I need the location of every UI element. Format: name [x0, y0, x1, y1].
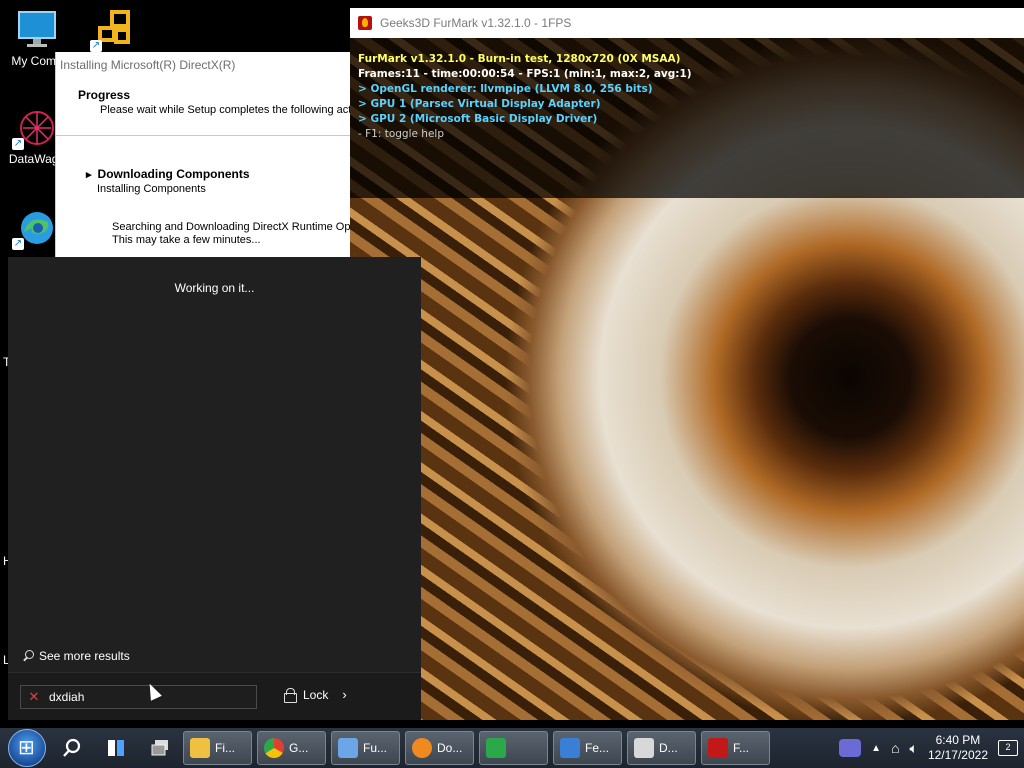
status-line: Searching and Downloading DirectX Runtim…: [112, 221, 363, 233]
step-title: Downloading Components: [86, 167, 355, 181]
taskbar-button-label: F...: [733, 741, 750, 755]
datawagon-icon: ↗: [12, 108, 58, 150]
osd-line: > GPU 2 (Microsoft Basic Display Driver): [358, 113, 598, 125]
green-box-icon: [486, 738, 506, 758]
desktop-icon-app[interactable]: ↗: [82, 10, 148, 54]
taskbar-button-chrome[interactable]: G...: [257, 731, 326, 765]
chevron-right-icon[interactable]: ›: [342, 687, 346, 702]
taskbar: Fi... G... Fu... Do... Fe... D... F... ▲…: [0, 728, 1024, 768]
task-view-button[interactable]: [142, 731, 178, 765]
meet-icon[interactable]: [839, 739, 862, 757]
taskbar-button-label: Fe...: [585, 741, 610, 755]
shortcut-arrow-icon: ↗: [12, 138, 24, 150]
osd-line: > OpenGL renderer: llvmpipe (LLVM 8.0, 2…: [358, 83, 653, 95]
shortcut-arrow-icon: ↗: [12, 238, 24, 250]
notification-count: 2: [1005, 742, 1011, 752]
dxdiag-icon: [634, 738, 654, 758]
chrome-icon: [264, 738, 284, 758]
progress-title: Progress: [78, 88, 131, 102]
progress-subtitle: Please wait while Setup completes the fo…: [100, 104, 360, 116]
search-icon: [63, 738, 81, 757]
taskbar-button-app[interactable]: [479, 731, 548, 765]
taskbar-button-downloads[interactable]: Do...: [405, 731, 474, 765]
taskbar-button-label: D...: [659, 741, 678, 755]
search-box[interactable]: ✕: [20, 685, 257, 709]
search-status: Working on it...: [174, 281, 255, 295]
app-grid-icon: ↗: [90, 10, 136, 52]
user-icon: [560, 738, 580, 758]
clock-date: 12/17/2022: [927, 748, 988, 762]
start-search-panel[interactable]: Working on it... See more results ✕ Lock…: [8, 257, 421, 720]
search-input[interactable]: [49, 690, 239, 704]
progress-header: Progress Please wait while Setup complet…: [56, 78, 360, 136]
furmark-window[interactable]: Geeks3D FurMark v1.32.1.0 - 1FPS FurMark…: [350, 8, 1024, 720]
system-tray: ▲ ⌂ 🔈︎ 6:40 PM 12/17/2022 2: [839, 733, 1024, 763]
current-step: Downloading Components Installing Compon…: [86, 167, 355, 195]
status-line: This may take a few minutes...: [112, 234, 261, 246]
taskbar-button-explorer[interactable]: Fi...: [183, 731, 252, 765]
furmark-render-area[interactable]: FurMark v1.32.1.0 - Burn-in test, 1280x7…: [350, 38, 1024, 720]
osd-line: Frames:11 - time:00:00:54 - FPS:1 (min:1…: [358, 68, 692, 80]
osd-line: FurMark v1.32.1.0 - Burn-in test, 1280x7…: [358, 53, 681, 65]
taskbar-button-label: Do...: [437, 741, 463, 755]
taskbar-button-label: Fu...: [363, 741, 388, 755]
taskbar-button-user[interactable]: Fe...: [553, 731, 622, 765]
window-title: Installing Microsoft(R) DirectX(R): [60, 58, 236, 72]
lock-button[interactable]: Lock ›: [284, 687, 347, 703]
folder-icon: [190, 738, 210, 758]
notification-icon[interactable]: 2: [998, 740, 1018, 756]
show-hidden-icons-icon[interactable]: ▲: [871, 743, 881, 754]
taskbar-clock[interactable]: 6:40 PM 12/17/2022: [928, 733, 988, 763]
see-more-results-link[interactable]: See more results: [22, 649, 130, 663]
taskbar-button-label: G...: [289, 741, 309, 755]
volume-icon[interactable]: 🔈︎: [910, 740, 918, 757]
taskbar-button-dxdiag[interactable]: D...: [627, 731, 696, 765]
network-icon[interactable]: ⌂: [891, 740, 899, 756]
search-icon: [22, 649, 35, 663]
furmark-icon: [358, 16, 372, 30]
window-title: Geeks3D FurMark v1.32.1.0 - 1FPS: [380, 16, 572, 30]
edge-icon: ↗: [12, 208, 58, 250]
furmark-icon: [708, 738, 728, 758]
osd-line: > GPU 1 (Parsec Virtual Display Adapter): [358, 98, 601, 110]
osd-line: - F1: toggle help: [358, 128, 445, 140]
furmark-titlebar[interactable]: Geeks3D FurMark v1.32.1.0 - 1FPS: [350, 8, 1024, 38]
download-icon: [412, 738, 432, 758]
lock-icon: [284, 688, 297, 703]
clear-search-icon[interactable]: ✕: [27, 690, 41, 704]
see-more-label: See more results: [39, 649, 130, 663]
task-view-icon: [151, 740, 168, 756]
step-subtitle: Installing Components: [97, 183, 206, 195]
taskbar-button-furmark[interactable]: F...: [701, 731, 770, 765]
widgets-button[interactable]: [98, 731, 134, 765]
status-text: Searching and Downloading DirectX Runtim…: [112, 221, 363, 247]
monitor-icon: [16, 10, 58, 50]
lock-label: Lock: [303, 687, 329, 702]
start-button[interactable]: [8, 729, 46, 767]
notepad-icon: [338, 738, 358, 758]
taskbar-button-notepad[interactable]: Fu...: [331, 731, 400, 765]
osd-text: FurMark v1.32.1.0 - Burn-in test, 1280x7…: [358, 52, 692, 142]
taskbar-button-label: Fi...: [215, 741, 235, 755]
shortcut-arrow-icon: ↗: [90, 40, 102, 52]
clock-time: 6:40 PM: [935, 733, 981, 747]
widgets-icon: [108, 740, 124, 756]
search-button[interactable]: [54, 731, 90, 765]
search-footer: ✕ Lock ›: [8, 672, 421, 720]
directx-setup-window[interactable]: Installing Microsoft(R) DirectX(R) Progr…: [55, 52, 363, 262]
